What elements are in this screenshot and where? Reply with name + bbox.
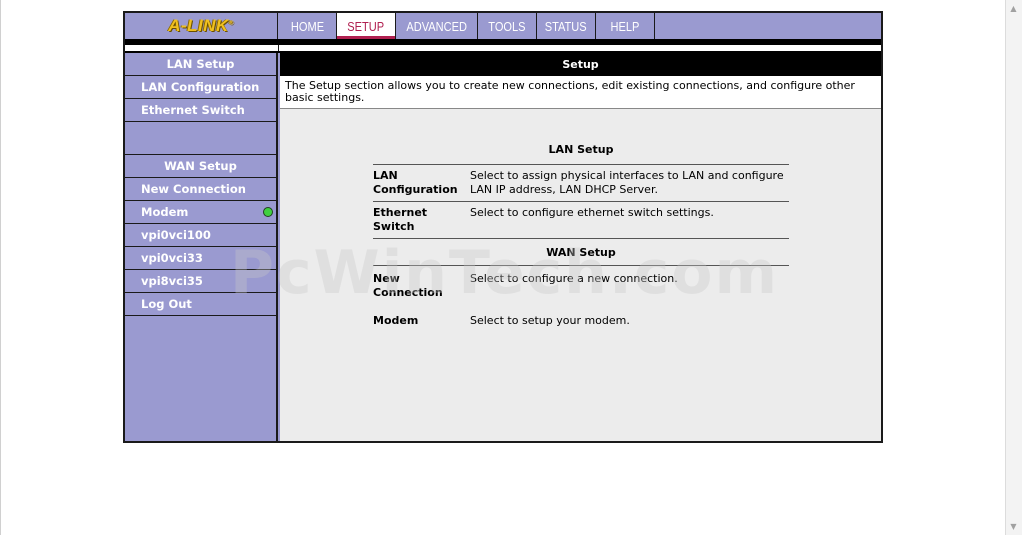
- intro-text: The Setup section allows you to create n…: [280, 76, 881, 109]
- sidebar-header-wan-setup[interactable]: WAN Setup: [125, 155, 276, 178]
- row-key-lan-configuration[interactable]: LAN Configuration: [373, 169, 470, 197]
- sidebar-header-lan-setup[interactable]: LAN Setup: [125, 53, 276, 76]
- row-description: Select to configure a new connection.: [470, 272, 678, 285]
- table-row: LAN Configuration Select to assign physi…: [373, 164, 789, 201]
- tab-setup[interactable]: SETUP: [337, 13, 396, 39]
- a-link-logo[interactable]: A-LINK®: [168, 16, 234, 36]
- tab-help[interactable]: HELP: [596, 13, 655, 39]
- page-scrollbar[interactable]: ▲ ▼: [1005, 0, 1022, 535]
- sidebar-item-lan-configuration[interactable]: LAN Configuration: [125, 76, 276, 99]
- top-navigation: HOME SETUP ADVANCED TOOLS STATUS HELP: [279, 13, 881, 39]
- sidebar-item-vpi0vci33[interactable]: vpi0vci33: [125, 247, 276, 270]
- setup-index-table: LAN Setup LAN Configuration Select to as…: [373, 135, 789, 332]
- section-title-lan-setup: LAN Setup: [548, 143, 614, 156]
- tab-status[interactable]: STATUS: [537, 13, 596, 39]
- router-admin-frame: A-LINK® HOME SETUP ADVANCED TOOLS STATUS…: [123, 11, 883, 443]
- scroll-up-icon[interactable]: ▲: [1005, 0, 1022, 17]
- sidebar-item-modem[interactable]: Modem: [125, 201, 276, 224]
- row-key-new-connection[interactable]: New Connection: [373, 272, 470, 300]
- page-title: Setup: [280, 53, 881, 76]
- row-description: Select to setup your modem.: [470, 314, 630, 327]
- row-key-ethernet-switch[interactable]: Ethernet Switch: [373, 206, 470, 234]
- status-led-icon: [263, 207, 273, 217]
- sidebar-item-vpi8vci35[interactable]: vpi8vci35: [125, 270, 276, 293]
- row-description: Select to configure ethernet switch sett…: [470, 206, 714, 219]
- window-edge: [0, 0, 1, 535]
- tab-advanced[interactable]: ADVANCED: [396, 13, 478, 39]
- tab-tools[interactable]: TOOLS: [478, 13, 537, 39]
- sidebar-item-new-connection[interactable]: New Connection: [125, 178, 276, 201]
- section-title-wan-setup: WAN Setup: [546, 246, 616, 259]
- sidebar-item-log-out[interactable]: Log Out: [125, 293, 276, 316]
- tab-home[interactable]: HOME: [279, 13, 337, 39]
- row-key-modem[interactable]: Modem: [373, 314, 470, 328]
- main-content: Setup The Setup section allows you to cr…: [280, 53, 881, 441]
- sidebar: LAN Setup LAN Configuration Ethernet Swi…: [125, 53, 278, 441]
- sidebar-item-vpi0vci100[interactable]: vpi0vci100: [125, 224, 276, 247]
- sidebar-item-ethernet-switch[interactable]: Ethernet Switch: [125, 99, 276, 122]
- table-row: Ethernet Switch Select to configure ethe…: [373, 201, 789, 239]
- logo-area: A-LINK®: [125, 13, 278, 39]
- table-row: Modem Select to setup your modem.: [373, 304, 789, 332]
- scroll-down-icon[interactable]: ▼: [1005, 518, 1022, 535]
- sidebar-spacer: [125, 122, 276, 155]
- table-row: New Connection Select to configure a new…: [373, 265, 789, 304]
- row-description: Select to assign physical interfaces to …: [470, 169, 784, 196]
